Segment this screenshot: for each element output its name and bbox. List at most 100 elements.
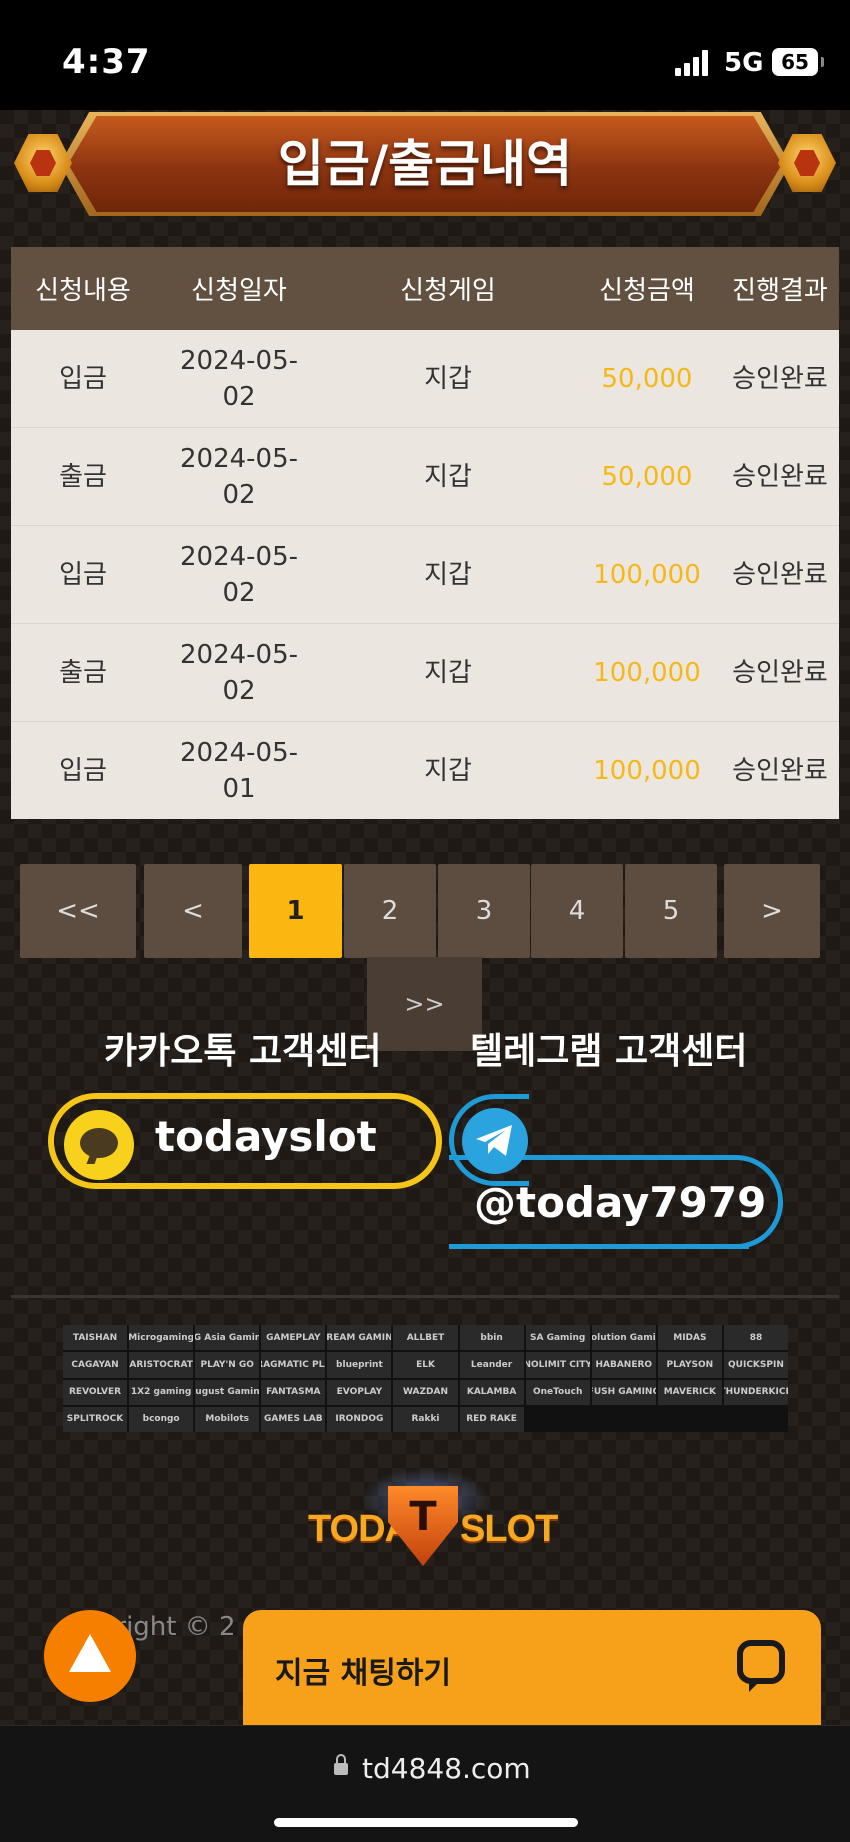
- page-5-button[interactable]: 5: [625, 864, 717, 958]
- cell-game: 지갑: [424, 559, 472, 590]
- provider-logo: Rakki: [393, 1406, 458, 1432]
- provider-logos: TAISHANMicrogamingAG Asia GamingGAMEPLAY…: [63, 1325, 788, 1432]
- header-game: 신청게임: [400, 276, 496, 306]
- status-time: 4:37: [62, 42, 151, 82]
- cell-type: 입금: [59, 363, 107, 394]
- title-banner: 입금/출금내역: [14, 112, 836, 220]
- page-2-button[interactable]: 2: [344, 864, 436, 958]
- cell-type: 입금: [59, 559, 107, 590]
- pagination: << < 1 2 3 4 5 >: [20, 864, 832, 958]
- last-page-button[interactable]: >>: [367, 957, 482, 1051]
- transaction-table: 신청내용 신청일자 신청게임 신청금액 진행결과 입금 2024-05- 02 …: [11, 247, 839, 819]
- lock-icon: [334, 1754, 348, 1775]
- cell-game: 지갑: [424, 363, 472, 394]
- cell-result: 승인완료: [732, 363, 828, 394]
- logo-emblem-icon: [388, 1486, 458, 1566]
- provider-logo: FUSH GAMING: [591, 1379, 656, 1405]
- cell-game: 지갑: [424, 755, 472, 786]
- kakao-title: 카카오톡 고객센터: [104, 1031, 382, 1072]
- provider-logo: AG Asia Gaming: [195, 1325, 260, 1351]
- kakao-icon: [64, 1110, 134, 1180]
- cell-result: 승인완료: [732, 461, 828, 492]
- page-3-button[interactable]: 3: [438, 864, 530, 958]
- cell-date: 2024-05- 02: [179, 639, 298, 706]
- table-row: 입금 2024-05- 01 지갑 100,000 승인완료: [11, 722, 839, 819]
- provider-logo: FANTASMA: [261, 1379, 326, 1405]
- cell-type: 입금: [59, 755, 107, 786]
- telegram-id[interactable]: @today7979: [474, 1178, 766, 1227]
- provider-logo: TAISHAN: [63, 1325, 128, 1351]
- provider-logo: Evolution Gaming: [591, 1325, 656, 1351]
- table-row: 출금 2024-05- 02 지갑 100,000 승인완료: [11, 624, 839, 722]
- provider-logo: DREAM GAMING: [327, 1325, 392, 1351]
- provider-logo: GAMES LAB: [261, 1406, 326, 1432]
- provider-logo: WAZDAN: [393, 1379, 458, 1405]
- cell-amount: 100,000: [593, 755, 701, 786]
- cell-amount: 50,000: [601, 363, 693, 394]
- cell-amount: 100,000: [593, 559, 701, 590]
- kakao-id[interactable]: todayslot: [155, 1112, 377, 1161]
- chat-label: 지금 채팅하기: [275, 1656, 452, 1691]
- provider-logo: MIDAS: [657, 1325, 722, 1351]
- cell-type: 출금: [59, 461, 107, 492]
- page-title: 입금/출금내역: [277, 135, 573, 193]
- prev-page-button[interactable]: <: [144, 864, 242, 958]
- home-indicator[interactable]: [274, 1818, 578, 1827]
- provider-logo: SA Gaming: [525, 1325, 590, 1351]
- provider-logo: ALLBET: [393, 1325, 458, 1351]
- cell-date: 2024-05- 02: [179, 443, 298, 510]
- battery-icon: 65: [772, 48, 824, 76]
- logo-text-right: SLOT: [460, 1508, 558, 1550]
- provider-logo: Mobilots: [195, 1406, 260, 1432]
- page-4-button[interactable]: 4: [531, 864, 623, 958]
- provider-logo: KALAMBA: [459, 1379, 524, 1405]
- provider-logo: blueprint: [327, 1352, 392, 1378]
- signal-icon: [675, 50, 715, 76]
- provider-logo: RED RAKE: [459, 1406, 524, 1432]
- provider-logo: PLAYSON: [657, 1352, 722, 1378]
- chat-bubble-icon: [737, 1640, 785, 1684]
- cell-amount: 50,000: [601, 461, 693, 492]
- provider-logo: REVOLVER: [63, 1379, 128, 1405]
- cell-amount: 100,000: [593, 657, 701, 688]
- address-bar[interactable]: td4848.com: [362, 1752, 531, 1785]
- chat-button[interactable]: 지금 채팅하기: [243, 1610, 821, 1725]
- provider-logo: 1X2 gaming: [129, 1379, 194, 1405]
- provider-logo: ELK: [393, 1352, 458, 1378]
- provider-logo: PRAGMATIC PLAY: [261, 1352, 326, 1378]
- cell-date: 2024-05- 02: [179, 345, 298, 412]
- telegram-icon: [462, 1108, 528, 1174]
- provider-logo: SPLITROCK: [63, 1406, 128, 1432]
- provider-logo: CAGAYAN: [63, 1352, 128, 1378]
- telegram-title: 텔레그램 고객센터: [470, 1031, 748, 1072]
- provider-logo: August Gaming: [195, 1379, 260, 1405]
- cell-game: 지갑: [424, 461, 472, 492]
- header-date: 신청일자: [191, 276, 287, 306]
- provider-logo: THUNDERKICK: [723, 1379, 788, 1405]
- provider-logo: NOLIMIT CITY: [525, 1352, 590, 1378]
- provider-logo: QUICKSPIN: [723, 1352, 788, 1378]
- provider-logo: IRONDOG: [327, 1406, 392, 1432]
- next-page-button[interactable]: >: [724, 864, 820, 958]
- provider-logo: OneTouch: [525, 1379, 590, 1405]
- provider-logo: GAMEPLAY: [261, 1325, 326, 1351]
- page-1-button[interactable]: 1: [249, 864, 342, 958]
- provider-logo: HABANERO: [591, 1352, 656, 1378]
- cell-game: 지갑: [424, 657, 472, 688]
- cell-date: 2024-05- 02: [179, 541, 298, 608]
- provider-logo: 88: [723, 1325, 788, 1351]
- provider-logo: bcongo: [129, 1406, 194, 1432]
- cell-date: 2024-05- 01: [179, 737, 298, 804]
- header-type: 신청내용: [35, 276, 131, 306]
- cell-result: 승인완료: [732, 657, 828, 688]
- status-bar: 4:37 5G 65: [0, 0, 850, 110]
- first-page-button[interactable]: <<: [20, 864, 136, 958]
- provider-logo: ARISTOCRAT: [129, 1352, 194, 1378]
- header-amount: 신청금액: [599, 276, 695, 306]
- provider-logo: EVOPLAY: [327, 1379, 392, 1405]
- table-row: 입금 2024-05- 02 지갑 50,000 승인완료: [11, 330, 839, 428]
- footer-divider: [11, 1295, 839, 1298]
- scroll-top-button[interactable]: [44, 1610, 136, 1702]
- provider-logo: PLAY'N GO: [195, 1352, 260, 1378]
- cell-result: 승인완료: [732, 755, 828, 786]
